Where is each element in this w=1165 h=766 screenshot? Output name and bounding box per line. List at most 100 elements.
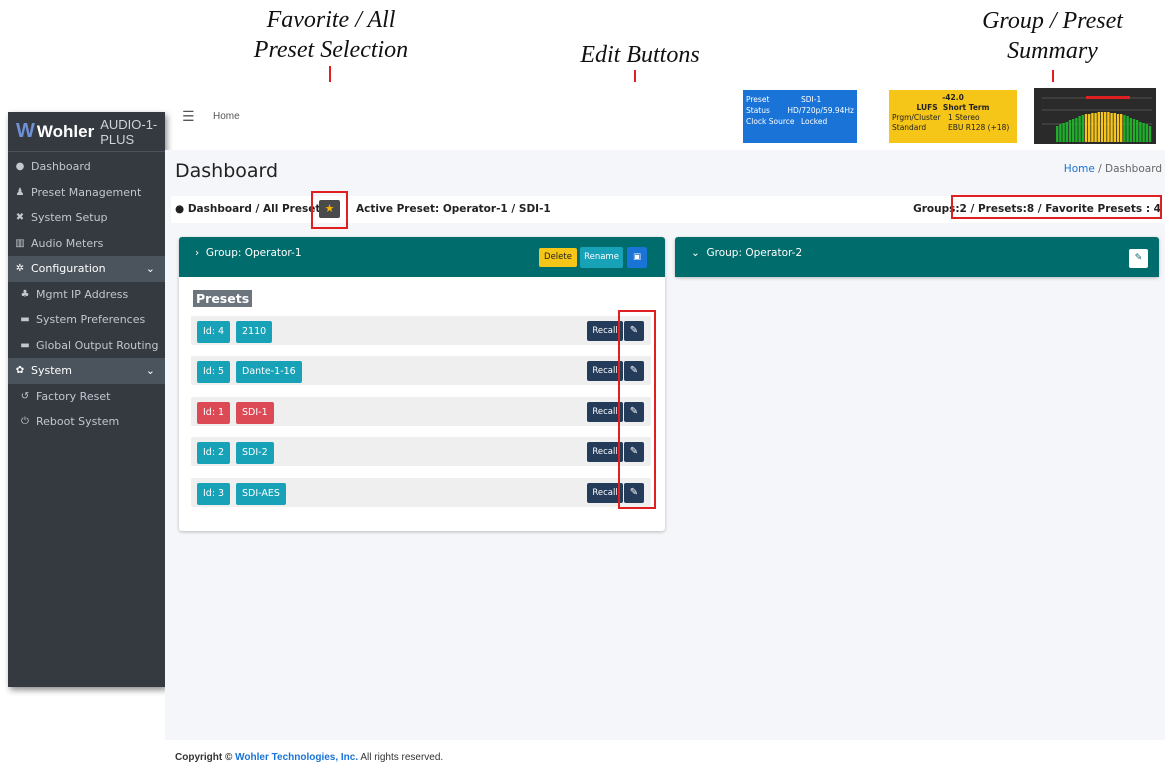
rename-group-button[interactable]: Rename: [580, 247, 623, 268]
chevron-down-icon: ⌄: [691, 247, 700, 259]
meter-bar: [1075, 118, 1078, 142]
meter-bar: [1100, 112, 1104, 142]
group-card-header[interactable]: › Group: Operator-1 Delete Rename ▣: [179, 237, 665, 277]
preset-row: Id: 3 SDI-AES Recall ✎: [191, 478, 651, 507]
gear-icon: ✲: [15, 263, 25, 275]
preset-name-badge[interactable]: 2110: [236, 321, 273, 343]
group-action-button[interactable]: ▣: [627, 247, 647, 268]
rights-text: All rights reserved.: [360, 752, 444, 763]
meter-bar: [1129, 118, 1132, 142]
keyboard-icon: ▬: [20, 339, 30, 351]
meter-bar: [1136, 120, 1139, 142]
sidebar-item-label: Dashboard: [31, 160, 91, 174]
meter-bar: [1120, 114, 1123, 142]
summary-callout: Group / Preset Summary: [955, 6, 1150, 66]
meter-bar: [1116, 114, 1120, 142]
meter-bar: [1145, 124, 1148, 142]
edit-icon: ✎: [1134, 253, 1143, 263]
status-value: HD/720p/59.94Hz: [787, 106, 854, 115]
delete-group-button[interactable]: Delete: [539, 248, 577, 267]
clock-value: Locked: [801, 117, 828, 126]
meter-bar: [1065, 122, 1068, 142]
sidebar-item-preset-management[interactable]: ♟ Preset Management: [8, 180, 165, 206]
sidebar-item-label: System Setup: [31, 211, 108, 225]
group-title-text: Group: Operator-1: [205, 247, 302, 259]
sidebar-item-reboot-system[interactable]: ⏻ Reboot System: [8, 409, 165, 435]
standard-value: EBU R128 (+18): [948, 123, 1010, 132]
all-presets-text: Dashboard / All Presets: [187, 203, 327, 215]
audio-meter-graphic: [1042, 96, 1152, 142]
home-nav-link[interactable]: Home: [213, 111, 240, 122]
preset-id-badge: Id: 1: [197, 402, 231, 424]
meter-bar: [1056, 126, 1059, 142]
meter-bar: [1142, 123, 1145, 142]
page-root: Favorite / All Preset Selection Edit But…: [0, 0, 1165, 766]
standard-key: Standard: [892, 123, 927, 132]
meter-bar: [1091, 113, 1094, 142]
summary-highlight-box: [951, 195, 1162, 219]
chevron-down-icon: ⌄: [145, 364, 155, 378]
sidebar-item-global-output-routing[interactable]: ▬ Global Output Routing: [8, 333, 165, 359]
sidebar-item-mgmt-ip-address[interactable]: ♣ Mgmt IP Address: [8, 282, 165, 308]
power-icon: ⏻: [21, 416, 29, 428]
audio-meter-thumbnail[interactable]: [1034, 88, 1156, 144]
chart-icon: ▥: [15, 237, 25, 249]
sidebar-item-label: System Preferences: [36, 313, 146, 327]
meter-bar: [1097, 112, 1100, 142]
meter-bar: [1107, 112, 1110, 142]
breadcrumb-current: Dashboard: [1105, 163, 1162, 175]
sidebar-item-label: Preset Management: [31, 185, 142, 199]
favorite-highlight-box: [311, 191, 348, 229]
footer: Copyright © Wohler Technologies, Inc. Al…: [175, 752, 443, 763]
sidebar-item-audio-meters[interactable]: ▥ Audio Meters: [8, 231, 165, 257]
meter-bar: [1132, 119, 1136, 142]
lufs-value: -42.0: [942, 93, 964, 102]
favorite-callout-line1: Favorite / All: [266, 7, 396, 33]
keyboard-icon: ▬: [20, 314, 30, 326]
meter-bar: [1078, 116, 1081, 142]
sidebar-item-system-preferences[interactable]: ▬ System Preferences: [8, 307, 165, 333]
sidebar-item-system[interactable]: ✿ System ⌄: [8, 358, 165, 384]
sidebar-item-configuration[interactable]: ✲ Configuration ⌄: [8, 256, 165, 282]
cogs-icon: ✿: [15, 365, 25, 377]
meter-bar: [1113, 113, 1116, 142]
favorite-callout-line2: Preset Selection: [253, 37, 409, 63]
sidebar-item-dashboard[interactable]: ● Dashboard: [8, 154, 165, 180]
company-link[interactable]: Wohler Technologies, Inc.: [235, 752, 358, 763]
preset-id-badge: Id: 5: [197, 361, 231, 383]
user-edit-icon: ♟: [15, 186, 25, 198]
sidebar-item-system-setup[interactable]: ✖ System Setup: [8, 205, 165, 231]
preset-name-badge[interactable]: SDI-2: [236, 442, 274, 464]
breadcrumb-home-link[interactable]: Home: [1064, 163, 1095, 175]
meter-bar: [1139, 122, 1142, 142]
tools-icon: ✖: [15, 212, 25, 224]
prgm-value: 1 Stereo: [948, 113, 980, 122]
group-card-operator-1: › Group: Operator-1 Delete Rename ▣ Pres…: [179, 237, 665, 531]
lufs-label: LUFS: [916, 103, 938, 112]
preset-name-badge[interactable]: SDI-AES: [236, 483, 286, 505]
edit-group-button[interactable]: ✎: [1129, 249, 1148, 268]
preset-row-active: Id: 1 SDI-1 Recall ✎: [191, 397, 651, 426]
sidebar-item-factory-reset[interactable]: ↺ Factory Reset: [8, 384, 165, 410]
clock-key: Clock Source: [746, 117, 795, 126]
meter-bar: [1126, 116, 1129, 142]
sidebar-item-label: Mgmt IP Address: [36, 287, 129, 301]
tachometer-icon: ●: [175, 203, 185, 215]
preset-name-badge[interactable]: Dante-1-16: [236, 361, 302, 383]
meter-bar: [1123, 115, 1126, 142]
meter-bar: [1068, 120, 1072, 142]
sidebar-item-label: Configuration: [31, 262, 106, 276]
sidebar-item-label: Global Output Routing: [36, 338, 159, 352]
brand-logo[interactable]: W Wohler AUDIO-1-PLUS: [8, 112, 165, 152]
preset-row: Id: 2 SDI-2 Recall ✎: [191, 437, 651, 466]
preset-name-badge[interactable]: SDI-1: [236, 402, 274, 424]
top-header: ☰ Home Preset SDI-1 Status HD/720p/59.94Hz…: [165, 82, 1165, 150]
sidebar-item-label: System: [31, 364, 73, 378]
group-card-header[interactable]: ⌄ Group: Operator-2 ✎: [675, 237, 1159, 277]
meter-bar: [1088, 114, 1091, 142]
menu-icon[interactable]: ☰: [182, 109, 195, 125]
all-presets-label: ● Dashboard / All Presets: [175, 203, 327, 215]
favorite-callout: Favorite / All Preset Selection: [236, 5, 426, 65]
summary-callout-line2: Summary: [1007, 38, 1098, 64]
group-card-operator-2: ⌄ Group: Operator-2 ✎: [675, 237, 1159, 277]
